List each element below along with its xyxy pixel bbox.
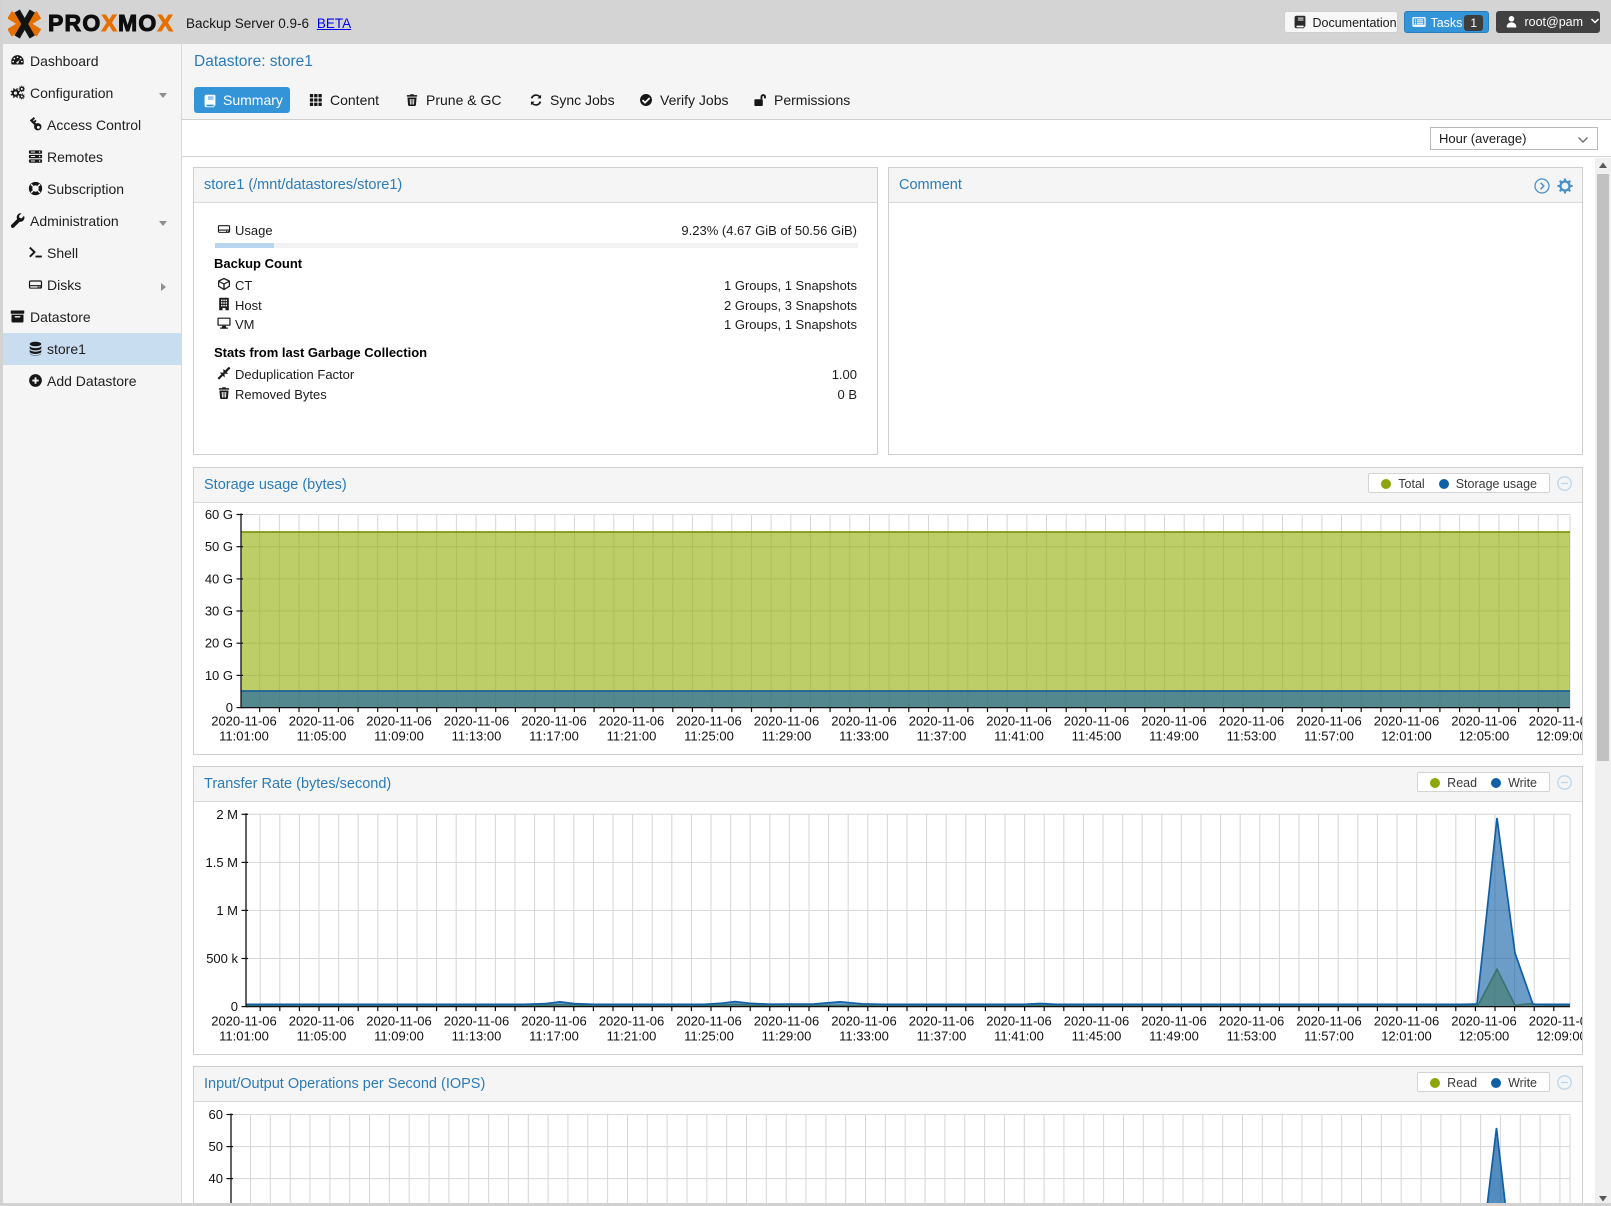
- svg-text:11:45:00: 11:45:00: [1072, 1029, 1122, 1044]
- svg-text:2020-11-06: 2020-11-06: [289, 1014, 355, 1029]
- svg-text:11:09:00: 11:09:00: [374, 1029, 424, 1044]
- svg-text:12:01:00: 12:01:00: [1381, 1029, 1432, 1044]
- svg-text:11:05:00: 11:05:00: [297, 1029, 347, 1044]
- svg-text:11:33:00: 11:33:00: [839, 1029, 889, 1044]
- svg-text:2020-11-06: 2020-11-06: [831, 1014, 897, 1029]
- svg-text:2020-11-06: 2020-11-06: [289, 714, 355, 729]
- svg-text:2 M: 2 M: [216, 807, 238, 822]
- svg-text:2020-11-06: 2020-11-06: [1296, 1014, 1362, 1029]
- svg-text:2020-11-06: 2020-11-06: [1219, 1014, 1285, 1029]
- svg-text:50 G: 50 G: [205, 539, 233, 554]
- svg-text:11:41:00: 11:41:00: [994, 1029, 1044, 1044]
- svg-text:11:57:00: 11:57:00: [1304, 1029, 1354, 1044]
- svg-text:2020-11-06: 2020-11-06: [1451, 1014, 1517, 1029]
- svg-text:11:49:00: 11:49:00: [1149, 729, 1199, 744]
- svg-text:2020-11-06: 2020-11-06: [1296, 714, 1362, 729]
- svg-text:1 M: 1 M: [216, 903, 238, 918]
- svg-text:2020-11-06: 2020-11-06: [1529, 1014, 1582, 1029]
- svg-text:11:21:00: 11:21:00: [607, 1029, 657, 1044]
- svg-text:2020-11-06: 2020-11-06: [521, 1014, 587, 1029]
- svg-text:2020-11-06: 2020-11-06: [211, 1014, 277, 1029]
- svg-text:2020-11-06: 2020-11-06: [1529, 714, 1582, 729]
- svg-text:2020-11-06: 2020-11-06: [1451, 714, 1517, 729]
- svg-text:2020-11-06: 2020-11-06: [1064, 1014, 1130, 1029]
- svg-text:11:33:00: 11:33:00: [839, 729, 889, 744]
- svg-text:2020-11-06: 2020-11-06: [1374, 1014, 1440, 1029]
- svg-text:40: 40: [209, 1171, 223, 1186]
- svg-text:11:05:00: 11:05:00: [297, 729, 347, 744]
- svg-text:2020-11-06: 2020-11-06: [599, 714, 665, 729]
- svg-text:11:29:00: 11:29:00: [762, 1029, 812, 1044]
- svg-text:2020-11-06: 2020-11-06: [444, 714, 510, 729]
- svg-text:12:05:00: 12:05:00: [1459, 729, 1510, 744]
- svg-text:2020-11-06: 2020-11-06: [831, 714, 897, 729]
- svg-text:11:41:00: 11:41:00: [994, 729, 1044, 744]
- svg-text:2020-11-06: 2020-11-06: [676, 714, 742, 729]
- svg-text:11:25:00: 11:25:00: [684, 729, 734, 744]
- svg-text:2020-11-06: 2020-11-06: [521, 714, 587, 729]
- svg-text:11:29:00: 11:29:00: [762, 729, 812, 744]
- svg-text:2020-11-06: 2020-11-06: [754, 714, 820, 729]
- svg-text:11:21:00: 11:21:00: [607, 729, 657, 744]
- svg-text:11:45:00: 11:45:00: [1072, 729, 1122, 744]
- svg-text:20 G: 20 G: [205, 636, 233, 651]
- svg-text:12:05:00: 12:05:00: [1459, 1029, 1510, 1044]
- svg-text:2020-11-06: 2020-11-06: [366, 1014, 432, 1029]
- svg-text:0: 0: [231, 999, 238, 1014]
- svg-text:11:17:00: 11:17:00: [529, 1029, 579, 1044]
- svg-text:2020-11-06: 2020-11-06: [1374, 714, 1440, 729]
- svg-text:11:57:00: 11:57:00: [1304, 729, 1354, 744]
- svg-text:60 G: 60 G: [205, 507, 233, 522]
- svg-text:11:37:00: 11:37:00: [917, 1029, 967, 1044]
- svg-text:50: 50: [209, 1139, 223, 1154]
- svg-text:2020-11-06: 2020-11-06: [986, 714, 1052, 729]
- svg-text:2020-11-06: 2020-11-06: [909, 714, 975, 729]
- svg-text:2020-11-06: 2020-11-06: [1219, 714, 1285, 729]
- svg-text:2020-11-06: 2020-11-06: [599, 1014, 665, 1029]
- svg-text:2020-11-06: 2020-11-06: [1141, 1014, 1207, 1029]
- svg-text:1.5 M: 1.5 M: [205, 855, 238, 870]
- svg-text:2020-11-06: 2020-11-06: [986, 1014, 1052, 1029]
- svg-text:11:13:00: 11:13:00: [452, 1029, 502, 1044]
- svg-text:2020-11-06: 2020-11-06: [1064, 714, 1130, 729]
- svg-text:11:17:00: 11:17:00: [529, 729, 579, 744]
- svg-text:11:53:00: 11:53:00: [1227, 1029, 1277, 1044]
- svg-text:12:09:00: 12:09:00: [1536, 1029, 1582, 1044]
- svg-text:11:37:00: 11:37:00: [917, 729, 967, 744]
- svg-text:2020-11-06: 2020-11-06: [1141, 714, 1207, 729]
- svg-text:11:01:00: 11:01:00: [219, 729, 269, 744]
- svg-text:2020-11-06: 2020-11-06: [676, 1014, 742, 1029]
- svg-text:30 G: 30 G: [205, 604, 233, 619]
- svg-text:12:09:00: 12:09:00: [1536, 729, 1582, 744]
- svg-text:60: 60: [209, 1107, 223, 1122]
- svg-text:12:01:00: 12:01:00: [1381, 729, 1432, 744]
- svg-text:10 G: 10 G: [205, 668, 233, 683]
- svg-text:11:25:00: 11:25:00: [684, 1029, 734, 1044]
- svg-text:11:53:00: 11:53:00: [1227, 729, 1277, 744]
- svg-text:40 G: 40 G: [205, 571, 233, 586]
- svg-text:500 k: 500 k: [206, 951, 238, 966]
- svg-text:11:13:00: 11:13:00: [452, 729, 502, 744]
- svg-text:11:09:00: 11:09:00: [374, 729, 424, 744]
- svg-text:2020-11-06: 2020-11-06: [754, 1014, 820, 1029]
- svg-text:2020-11-06: 2020-11-06: [366, 714, 432, 729]
- svg-text:2020-11-06: 2020-11-06: [444, 1014, 510, 1029]
- svg-text:11:01:00: 11:01:00: [219, 1029, 269, 1044]
- svg-text:11:49:00: 11:49:00: [1149, 1029, 1199, 1044]
- svg-text:2020-11-06: 2020-11-06: [211, 714, 277, 729]
- svg-text:2020-11-06: 2020-11-06: [909, 1014, 975, 1029]
